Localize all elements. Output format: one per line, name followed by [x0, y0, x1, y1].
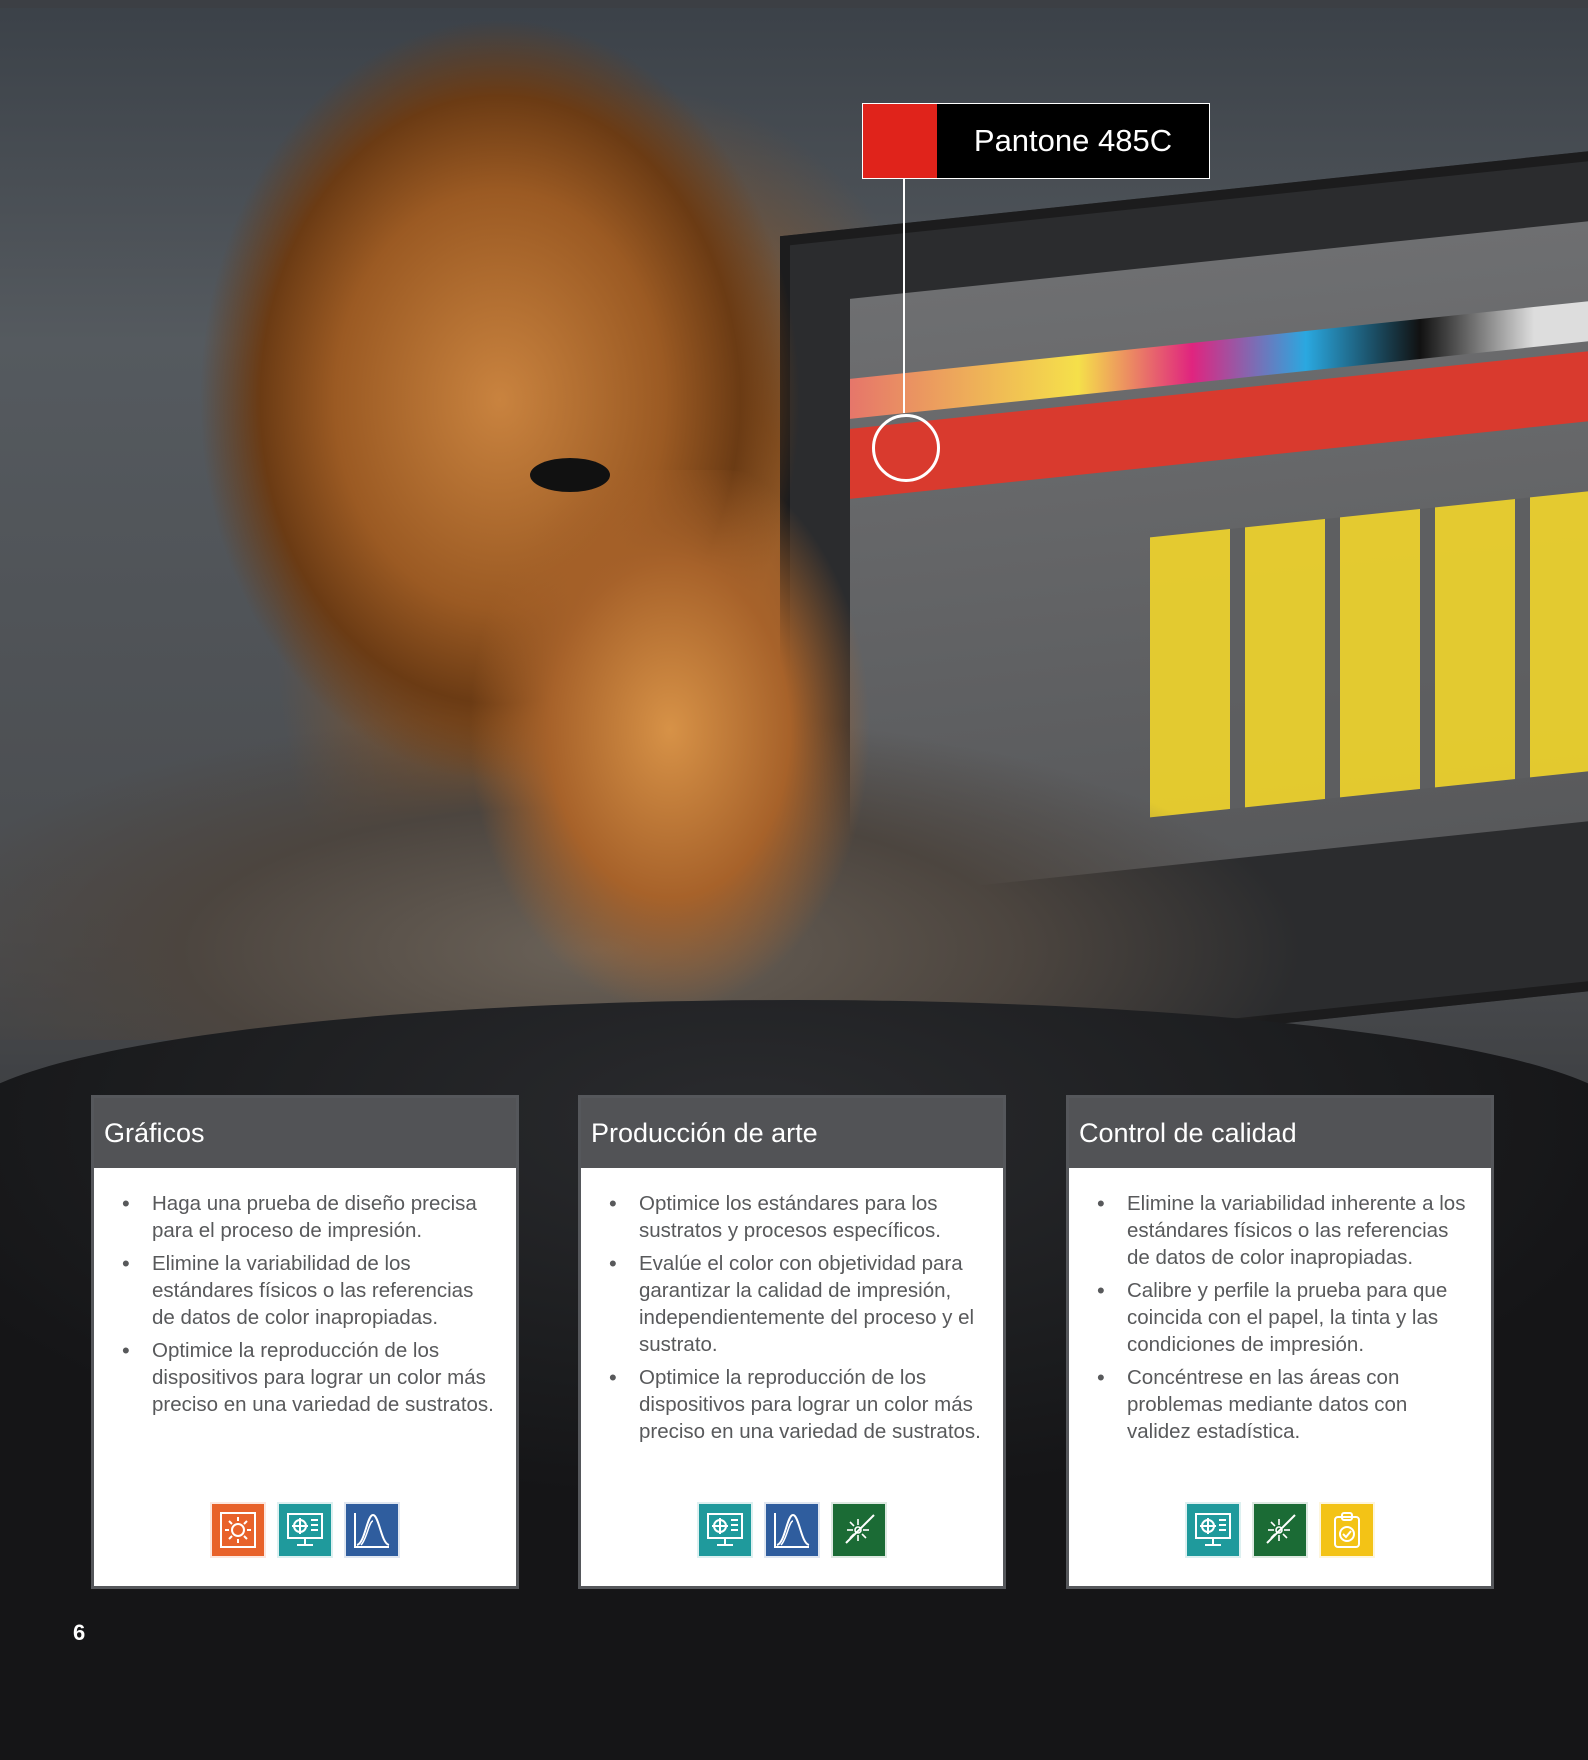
bullet-item: Optimice la reproducción de los disposit… [609, 1364, 983, 1445]
spectral-curve-icon [344, 1502, 400, 1558]
card-title: Producción de arte [581, 1098, 1003, 1168]
card-control-de-calidad: Control de calidad Elimine la variabilid… [1066, 1095, 1494, 1589]
pantone-swatch [863, 104, 937, 178]
bullet-item: Haga una prueba de diseño precisa para e… [122, 1190, 496, 1244]
card-title: Control de calidad [1069, 1098, 1491, 1168]
monitor-calibration-icon [697, 1502, 753, 1558]
bullet-item: Calibre y perfile la prueba para que coi… [1097, 1277, 1471, 1358]
top-bar [0, 0, 1588, 8]
card-graficos: Gráficos Haga una prueba de diseño preci… [91, 1095, 519, 1589]
bullet-list: Elimine la variabilidad inherente a los … [1069, 1168, 1491, 1445]
ponytail [470, 470, 890, 1030]
monitor-calibration-icon [1185, 1502, 1241, 1558]
pantone-label: Pantone 485C [937, 104, 1209, 178]
icon-row [581, 1502, 1003, 1558]
page-number: 6 [73, 1620, 86, 1645]
bullet-item: Evalúe el color con objetividad para gar… [609, 1250, 983, 1358]
callout-target-circle [872, 414, 940, 482]
light-booth-icon [210, 1502, 266, 1558]
callout-leader-line [903, 178, 905, 413]
card-produccion-de-arte: Producción de arte Optimice los estándar… [578, 1095, 1006, 1589]
card-title: Gráficos [94, 1098, 516, 1168]
bullet-list: Haga una prueba de diseño precisa para e… [94, 1168, 516, 1418]
bullet-item: Optimice la reproducción de los disposit… [122, 1337, 496, 1418]
bullet-item: Optimice los estándares para los sustrat… [609, 1190, 983, 1244]
clipboard-check-icon [1319, 1502, 1375, 1558]
pantone-callout: Pantone 485C [862, 103, 1210, 179]
bullet-item: Concéntrese en las áreas con problemas m… [1097, 1364, 1471, 1445]
light-measurement-icon [1252, 1502, 1308, 1558]
spectral-curve-icon [764, 1502, 820, 1558]
bullet-item: Elimine la variabilidad inherente a los … [1097, 1190, 1471, 1271]
light-measurement-icon [831, 1502, 887, 1558]
icon-row [94, 1502, 516, 1558]
bullet-list: Optimice los estándares para los sustrat… [581, 1168, 1003, 1445]
hair-tie [530, 458, 610, 492]
monitor-calibration-icon [277, 1502, 333, 1558]
bullet-item: Elimine la variabilidad de los estándare… [122, 1250, 496, 1331]
icon-row [1069, 1502, 1491, 1558]
